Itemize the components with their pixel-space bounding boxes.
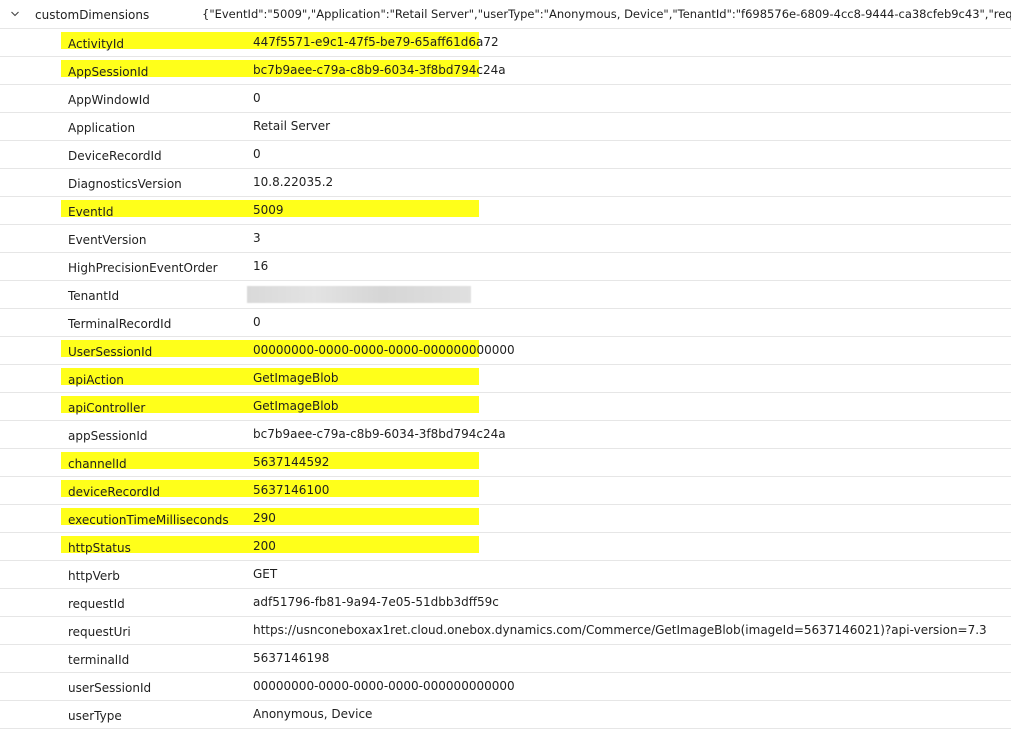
property-key: DiagnosticsVersion xyxy=(68,177,182,191)
property-row: AppSessionId bc7b9aee-c79a-c8b9-6034-3f8b… xyxy=(0,57,1011,85)
property-row: DeviceRecordId 0 xyxy=(0,141,1011,169)
property-key: httpVerb xyxy=(68,569,120,583)
property-value: GetImageBlob xyxy=(253,371,339,385)
property-key: channelId xyxy=(68,457,127,471)
redacted-value xyxy=(247,286,471,303)
property-key: userType xyxy=(68,709,122,723)
property-key: EventId xyxy=(68,205,114,219)
property-value: 447f5571-e9c1-47f5-be79-65aff61d6a72 xyxy=(253,35,499,49)
property-row: apiAction GetImageBlob xyxy=(0,365,1011,393)
property-key: deviceRecordId xyxy=(68,485,161,499)
property-key: terminalId xyxy=(68,653,130,667)
property-value: 290 xyxy=(253,511,276,525)
property-row: DiagnosticsVersion 10.8.22035.2 xyxy=(0,169,1011,197)
property-row: userSessionId 00000000-0000-0000-0000-000… xyxy=(0,673,1011,701)
property-key: requestId xyxy=(68,597,125,611)
property-row: Application Retail Server xyxy=(0,113,1011,141)
property-value: 200 xyxy=(253,539,276,553)
property-value: Retail Server xyxy=(253,119,331,133)
property-row: deviceRecordId 5637146100 xyxy=(0,477,1011,505)
property-value: adf51796-fb81-9a94-7e05-51dbb3dff59c xyxy=(253,595,499,609)
property-key: executionTimeMilliseconds xyxy=(68,513,229,527)
property-key: httpStatus xyxy=(68,541,131,555)
property-key: apiAction xyxy=(68,373,124,387)
property-value: GetImageBlob xyxy=(253,399,339,413)
property-row: terminalId 5637146198 xyxy=(0,645,1011,673)
property-value: 0 xyxy=(253,315,261,329)
property-row: httpStatus 200 xyxy=(0,533,1011,561)
property-value: 3 xyxy=(253,231,261,245)
property-row: apiController GetImageBlob xyxy=(0,393,1011,421)
property-row: TenantId xyxy=(0,281,1011,309)
property-value: 5637146100 xyxy=(253,483,330,497)
chevron-down-icon[interactable] xyxy=(10,9,20,19)
property-key: EventVersion xyxy=(68,233,147,247)
property-key: TerminalRecordId xyxy=(68,317,172,331)
property-key: requestUri xyxy=(68,625,131,639)
property-key: TenantId xyxy=(68,289,120,303)
property-row: TerminalRecordId 0 xyxy=(0,309,1011,337)
property-row: requestId adf51796-fb81-9a94-7e05-51dbb3d… xyxy=(0,589,1011,617)
property-row: AppWindowId 0 xyxy=(0,85,1011,113)
property-key: AppSessionId xyxy=(68,65,149,79)
property-value: 00000000-0000-0000-0000-000000000000 xyxy=(253,343,515,357)
property-value: 0 xyxy=(253,91,261,105)
property-row: appSessionId bc7b9aee-c79a-c8b9-6034-3f8b… xyxy=(0,421,1011,449)
property-value: GET xyxy=(253,567,278,581)
custom-dimensions-key: customDimensions xyxy=(35,8,150,22)
property-row: ActivityId 447f5571-e9c1-47f5-be79-65aff6… xyxy=(0,29,1011,57)
property-row: channelId 5637144592 xyxy=(0,449,1011,477)
property-value: Anonymous, Device xyxy=(253,707,373,721)
property-row: UserSessionId 00000000-0000-0000-0000-000… xyxy=(0,337,1011,365)
property-key: HighPrecisionEventOrder xyxy=(68,261,218,275)
property-value: 5009 xyxy=(253,203,284,217)
property-key: apiController xyxy=(68,401,146,415)
property-key: DeviceRecordId xyxy=(68,149,162,163)
property-key: userSessionId xyxy=(68,681,152,695)
property-value: bc7b9aee-c79a-c8b9-6034-3f8bd794c24a xyxy=(253,427,506,441)
property-value: 10.8.22035.2 xyxy=(253,175,334,189)
property-row: EventId 5009 xyxy=(0,197,1011,225)
custom-dimensions-header-row[interactable]: customDimensions {"EventId":"5009","Appl… xyxy=(0,0,1011,29)
property-key: UserSessionId xyxy=(68,345,153,359)
property-value: bc7b9aee-c79a-c8b9-6034-3f8bd794c24a xyxy=(253,63,506,77)
property-row: HighPrecisionEventOrder 16 xyxy=(0,253,1011,281)
property-value: 16 xyxy=(253,259,269,273)
property-key: AppWindowId xyxy=(68,93,150,107)
property-value: https://usnconeboxax1ret.cloud.onebox.dy… xyxy=(253,623,987,637)
property-row: httpVerb GET xyxy=(0,561,1011,589)
property-row: requestUri https://usnconeboxax1ret.cloud… xyxy=(0,617,1011,645)
property-row: EventVersion 3 xyxy=(0,225,1011,253)
property-row: userType Anonymous, Device xyxy=(0,701,1011,729)
custom-dimensions-property-list: ActivityId 447f5571-e9c1-47f5-be79-65aff6… xyxy=(0,29,1011,729)
property-key: Application xyxy=(68,121,136,135)
property-key: ActivityId xyxy=(68,37,125,51)
property-row: executionTimeMilliseconds 290 xyxy=(0,505,1011,533)
property-value: 0 xyxy=(253,147,261,161)
property-value: 00000000-0000-0000-0000-000000000000 xyxy=(253,679,515,693)
property-value: 5637144592 xyxy=(253,455,330,469)
custom-dimensions-json-value: {"EventId":"5009","Application":"Retail … xyxy=(202,7,1011,21)
property-key: appSessionId xyxy=(68,429,148,443)
property-value: 5637146198 xyxy=(253,651,330,665)
